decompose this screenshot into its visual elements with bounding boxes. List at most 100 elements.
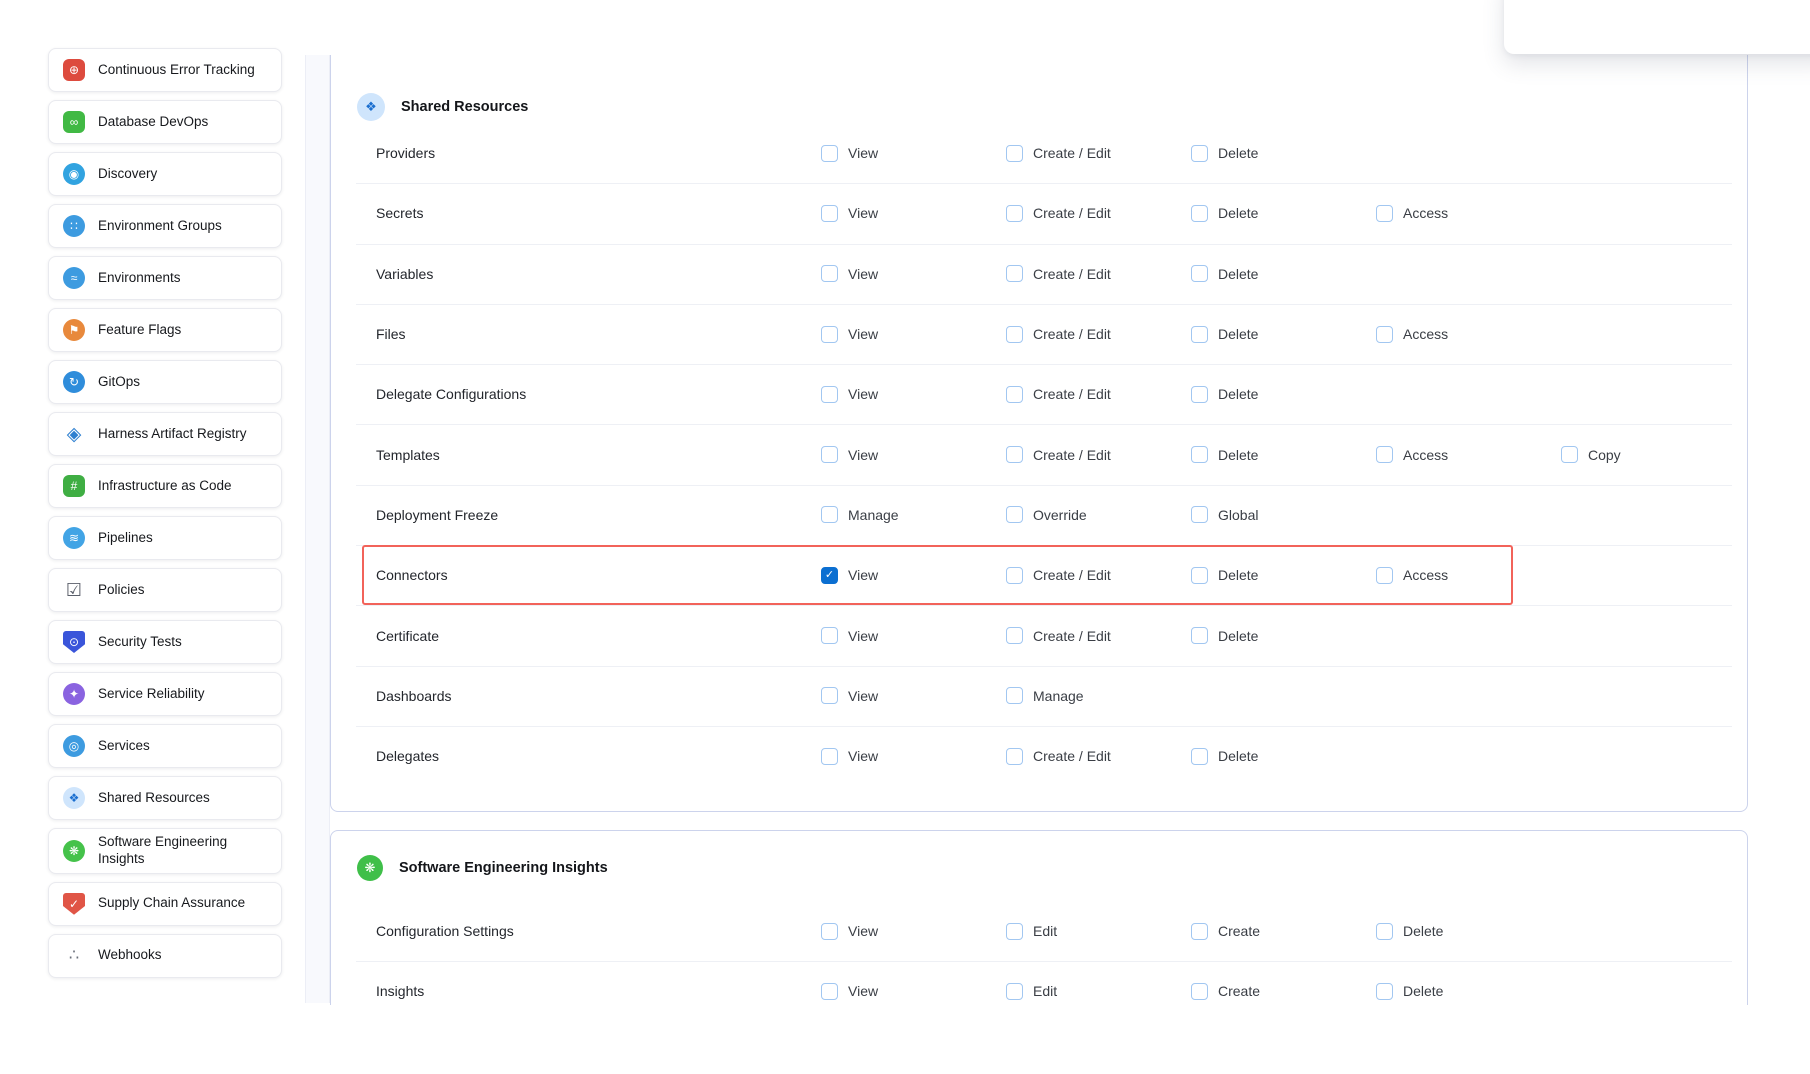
sidebar-item-software-engineering-insights[interactable]: ❋ Software Engineering Insights — [48, 828, 282, 874]
checkbox-label: Access — [1403, 447, 1448, 463]
checkbox-delete[interactable] — [1191, 386, 1208, 403]
checkbox-label: Create / Edit — [1033, 266, 1111, 282]
permission-cell: Delete — [1191, 145, 1376, 162]
sidebar-item-environment-groups[interactable]: ∷ Environment Groups — [48, 204, 282, 248]
checkbox-delete[interactable] — [1191, 446, 1208, 463]
checkbox-view[interactable] — [821, 386, 838, 403]
checkbox-view[interactable] — [821, 265, 838, 282]
permission-cell: Create — [1191, 983, 1376, 1000]
shared-resources-icon: ❖ — [357, 93, 385, 121]
permission-cell: View — [821, 145, 1006, 162]
checkbox-view[interactable]: ✓ — [821, 567, 838, 584]
permission-cell: Create — [1191, 923, 1376, 940]
sidebar-item-database-devops[interactable]: ∞ Database DevOps — [48, 100, 282, 144]
checkbox-create[interactable] — [1191, 983, 1208, 1000]
checkbox-create-edit[interactable] — [1006, 326, 1023, 343]
checkbox-label: View — [848, 145, 878, 161]
checkbox-create-edit[interactable] — [1006, 567, 1023, 584]
checkbox-edit[interactable] — [1006, 923, 1023, 940]
resource-label: Variables — [331, 266, 821, 282]
checkbox-create-edit[interactable] — [1006, 145, 1023, 162]
checkbox-create[interactable] — [1191, 923, 1208, 940]
checkbox-global[interactable] — [1191, 506, 1208, 523]
resource-label: Deployment Freeze — [331, 507, 821, 523]
permission-row-secrets: Secrets View Create / Edit Delete Access — [331, 183, 1747, 243]
checkbox-create-edit[interactable] — [1006, 386, 1023, 403]
permission-cell: Create / Edit — [1006, 627, 1191, 644]
sidebar-item-label: Webhooks — [98, 947, 162, 964]
permission-cell: Delete — [1191, 265, 1376, 282]
sidebar-item-infrastructure-as-code[interactable]: # Infrastructure as Code — [48, 464, 282, 508]
permission-row-providers: Providers View Create / Edit Delete — [331, 123, 1747, 183]
sidebar-item-discovery[interactable]: ◉ Discovery — [48, 152, 282, 196]
checkbox-delete[interactable] — [1191, 627, 1208, 644]
checkbox-delete[interactable] — [1191, 748, 1208, 765]
checkbox-label: Create / Edit — [1033, 386, 1111, 402]
checkbox-view[interactable] — [821, 923, 838, 940]
checkbox-create-edit[interactable] — [1006, 205, 1023, 222]
feature-flags-icon: ⚑ — [63, 319, 85, 341]
checkbox-view[interactable] — [821, 983, 838, 1000]
sidebar-item-service-reliability[interactable]: ✦ Service Reliability — [48, 672, 282, 716]
sidebar-item-services[interactable]: ◎ Services — [48, 724, 282, 768]
checkbox-delete[interactable] — [1191, 326, 1208, 343]
gitops-icon: ↻ — [63, 371, 85, 393]
checkbox-manage[interactable] — [821, 506, 838, 523]
checkbox-view[interactable] — [821, 748, 838, 765]
checkbox-view[interactable] — [821, 145, 838, 162]
permission-cell: Edit — [1006, 923, 1191, 940]
checkbox-view[interactable] — [821, 687, 838, 704]
checkbox-access[interactable] — [1376, 326, 1393, 343]
checkbox-delete[interactable] — [1191, 205, 1208, 222]
permission-row-variables: Variables View Create / Edit Delete — [331, 244, 1747, 304]
permission-cell: Access — [1376, 446, 1561, 463]
software-engineering-insights-icon: ❋ — [63, 840, 85, 862]
sidebar-item-policies[interactable]: ☑ Policies — [48, 568, 282, 612]
sidebar-item-supply-chain-assurance[interactable]: ✓ Supply Chain Assurance — [48, 882, 282, 926]
sidebar-item-webhooks[interactable]: ∴ Webhooks — [48, 934, 282, 978]
checkbox-delete[interactable] — [1376, 983, 1393, 1000]
sidebar-item-environments[interactable]: ≈ Environments — [48, 256, 282, 300]
checkbox-view[interactable] — [821, 205, 838, 222]
checkbox-create-edit[interactable] — [1006, 446, 1023, 463]
sidebar-item-harness-artifact-registry[interactable]: ◈ Harness Artifact Registry — [48, 412, 282, 456]
security-tests-icon: ⊙ — [63, 631, 85, 653]
sidebar-item-continuous-error-tracking[interactable]: ⊕ Continuous Error Tracking — [48, 48, 282, 92]
checkbox-label: View — [848, 688, 878, 704]
checkbox-view[interactable] — [821, 627, 838, 644]
shared-resources-rows: Providers View Create / Edit Delete Secr… — [331, 123, 1747, 786]
sidebar-item-label: Shared Resources — [98, 790, 210, 807]
checkbox-label: View — [848, 628, 878, 644]
sidebar-item-label: Security Tests — [98, 634, 182, 651]
sidebar-item-label: Service Reliability — [98, 686, 205, 703]
checkbox-create-edit[interactable] — [1006, 627, 1023, 644]
sidebar-item-label: Pipelines — [98, 530, 153, 547]
checkbox-manage[interactable] — [1006, 687, 1023, 704]
checkbox-view[interactable] — [821, 446, 838, 463]
checkbox-access[interactable] — [1376, 446, 1393, 463]
checkbox-delete[interactable] — [1191, 145, 1208, 162]
checkbox-override[interactable] — [1006, 506, 1023, 523]
checkbox-delete[interactable] — [1191, 265, 1208, 282]
webhooks-icon: ∴ — [63, 945, 85, 967]
sidebar-item-security-tests[interactable]: ⊙ Security Tests — [48, 620, 282, 664]
checkbox-create-edit[interactable] — [1006, 748, 1023, 765]
checkbox-edit[interactable] — [1006, 983, 1023, 1000]
checkbox-copy[interactable] — [1561, 446, 1578, 463]
checkbox-delete[interactable] — [1191, 567, 1208, 584]
sidebar-item-label: Supply Chain Assurance — [98, 895, 245, 912]
sidebar-item-gitops[interactable]: ↻ GitOps — [48, 360, 282, 404]
sidebar-item-shared-resources[interactable]: ❖ Shared Resources — [48, 776, 282, 820]
checkbox-view[interactable] — [821, 326, 838, 343]
checkbox-access[interactable] — [1376, 205, 1393, 222]
sidebar-item-pipelines[interactable]: ≋ Pipelines — [48, 516, 282, 560]
checkbox-delete[interactable] — [1376, 923, 1393, 940]
policies-icon: ☑ — [63, 579, 85, 601]
checkbox-label: View — [848, 748, 878, 764]
permission-cell: Create / Edit — [1006, 205, 1191, 222]
environment-groups-icon: ∷ — [63, 215, 85, 237]
checkbox-access[interactable] — [1376, 567, 1393, 584]
checkbox-create-edit[interactable] — [1006, 265, 1023, 282]
scroll-gutter[interactable] — [305, 55, 330, 1003]
sidebar-item-feature-flags[interactable]: ⚑ Feature Flags — [48, 308, 282, 352]
